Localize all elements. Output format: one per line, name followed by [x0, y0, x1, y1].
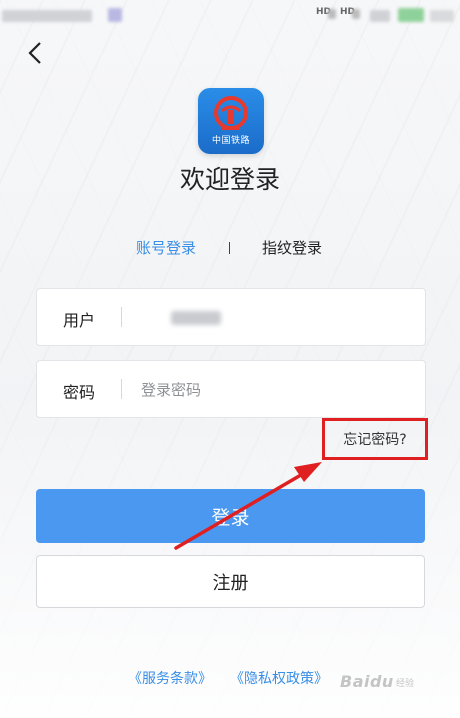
password-label: 密码: [63, 383, 96, 402]
tab-fingerprint-login[interactable]: 指纹登录: [262, 237, 322, 258]
logo-caption: 中国铁路: [211, 136, 250, 146]
back-button[interactable]: [22, 40, 48, 66]
status-blur-left-accent: [108, 8, 122, 22]
battery-icon: [398, 8, 424, 22]
username-value-redacted: [171, 311, 221, 325]
tab-account-login[interactable]: 账号登录: [136, 237, 196, 258]
signal-icon: [352, 9, 360, 19]
username-label: 用户: [63, 311, 96, 330]
login-tabs: 账号登录 指纹登录: [0, 237, 460, 261]
password-input[interactable]: [139, 375, 413, 405]
forgot-password-label: 忘记密码?: [343, 432, 407, 448]
chevron-left-icon: [28, 42, 41, 64]
status-blur-far-right: [430, 10, 454, 22]
password-field[interactable]: 密码: [36, 360, 426, 418]
page-title: 欢迎登录: [179, 165, 280, 194]
privacy-policy-link[interactable]: 《隐私权政策》: [230, 668, 328, 688]
field-separator: [121, 307, 122, 327]
field-separator: [121, 379, 122, 399]
signal-icon: [328, 9, 336, 19]
login-button[interactable]: 登录: [36, 489, 425, 543]
status-bar: HD HD: [0, 0, 460, 30]
forgot-password-link[interactable]: 忘记密码?: [322, 418, 428, 460]
status-blur-right: [370, 10, 390, 22]
username-field[interactable]: 用户: [36, 288, 426, 346]
watermark-logo: Baidu: [340, 672, 394, 691]
status-blur-left: [2, 10, 92, 22]
tab-divider: [229, 242, 230, 254]
terms-of-service-link[interactable]: 《服务条款》: [128, 668, 212, 688]
app-logo: 中国铁路: [198, 88, 264, 154]
register-button[interactable]: 注册: [36, 555, 425, 608]
watermark-caption: 经验: [396, 679, 415, 689]
